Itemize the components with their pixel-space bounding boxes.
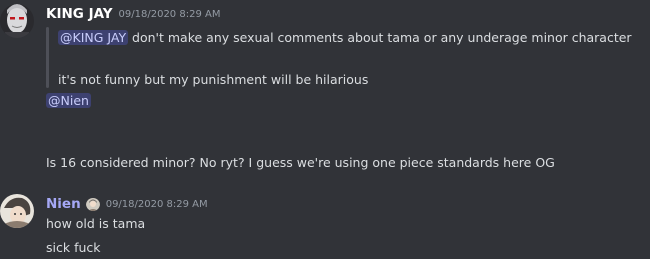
username[interactable]: KING JAY: [46, 6, 113, 22]
avatar[interactable]: [0, 194, 34, 228]
message-group-nien: Nien 09/18/2020 8:29 AM how old is tama …: [0, 190, 650, 259]
username[interactable]: Nien: [46, 196, 81, 212]
avatar[interactable]: [0, 4, 34, 38]
message-line: sick fuck: [46, 240, 101, 255]
message-line: how old is tama: [46, 216, 146, 231]
timestamp[interactable]: 09/18/2020 8:29 AM: [119, 9, 221, 20]
message-group-king-jay: KING JAY 09/18/2020 8:29 AM @KING JAY do…: [0, 0, 650, 185]
timestamp[interactable]: 09/18/2020 8:29 AM: [106, 199, 208, 210]
blockquote-bar: [46, 27, 49, 88]
user-mention[interactable]: @KING JAY: [58, 30, 129, 45]
chat-message-list: KING JAY 09/18/2020 8:29 AM @KING JAY do…: [0, 0, 650, 259]
message-header: Nien 09/18/2020 8:29 AM: [46, 196, 208, 212]
quote-text: don't make any sexual comments about tam…: [128, 30, 632, 45]
avatar-image: [0, 4, 34, 38]
quote-line-1: @KING JAY don't make any sexual comments…: [58, 30, 632, 45]
reply-mention-line: @Nien: [46, 93, 91, 108]
avatar-image: [0, 194, 34, 228]
user-mention[interactable]: @Nien: [46, 93, 91, 108]
role-icon: [85, 197, 100, 211]
quote-line-2: it's not funny but my punishment will be…: [58, 72, 369, 87]
message-header: KING JAY 09/18/2020 8:29 AM: [46, 6, 220, 22]
message-body: Is 16 considered minor? No ryt? I guess …: [46, 155, 555, 170]
